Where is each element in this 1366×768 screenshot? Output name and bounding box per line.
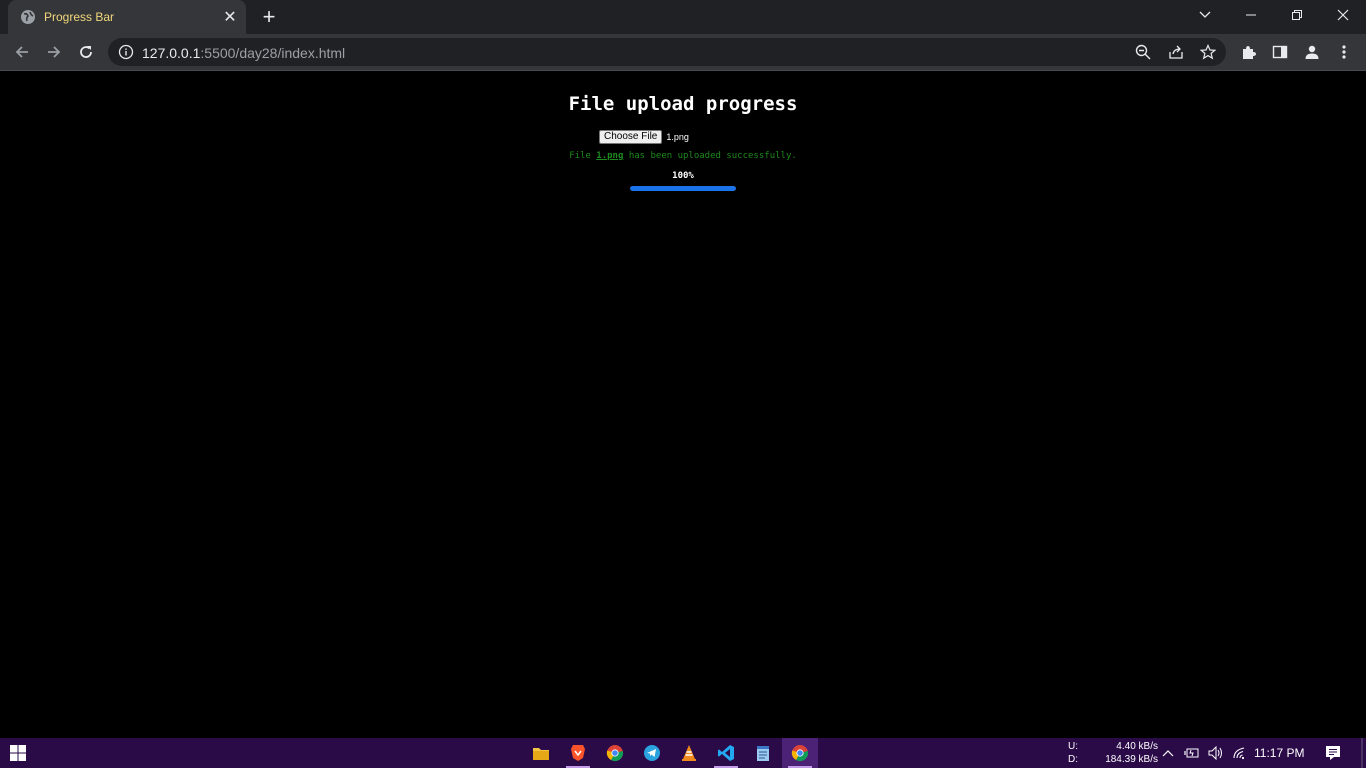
windows-taskbar: U: 4.40 kB/s D: 184.39 kB/s 11:17 PM: [0, 738, 1366, 768]
minimize-button[interactable]: [1228, 0, 1274, 30]
show-hidden-icons-chevron-icon[interactable]: [1157, 738, 1179, 768]
selected-file-name: 1.png: [666, 132, 689, 142]
profile-icon[interactable]: [1298, 38, 1326, 66]
restore-button[interactable]: [1274, 0, 1320, 30]
file-explorer-icon[interactable]: [523, 738, 559, 768]
reload-button[interactable]: [72, 38, 100, 66]
network-speed-meter: U: 4.40 kB/s D: 184.39 kB/s: [1068, 740, 1158, 766]
progress-percent-label: 100%: [672, 171, 694, 181]
upload-speed: 4.40 kB/s: [1116, 741, 1158, 752]
vscode-icon[interactable]: [708, 738, 744, 768]
status-suffix: has been uploaded successfully.: [628, 151, 797, 161]
new-tab-button[interactable]: +: [257, 4, 281, 29]
file-input[interactable]: Choose File 1.png: [599, 130, 689, 144]
progress-bar-fill: [630, 186, 736, 191]
vlc-icon[interactable]: [671, 738, 707, 768]
back-button[interactable]: [8, 38, 36, 66]
notepad-icon[interactable]: [745, 738, 781, 768]
chrome-icon[interactable]: [597, 738, 633, 768]
windows-start-icon[interactable]: [0, 738, 36, 768]
url-host: 127.0.0.1: [142, 45, 201, 61]
upload-status-message: File 1.png has been uploaded successfull…: [0, 151, 1366, 161]
download-speed: 184.39 kB/s: [1105, 754, 1158, 765]
close-window-button[interactable]: [1320, 0, 1366, 30]
url-path: :5500/day28/index.html: [200, 45, 346, 61]
url-text: 127.0.0.1:5500/day28/index.html: [142, 45, 345, 61]
side-panel-icon[interactable]: [1266, 38, 1294, 66]
tab-search-icon[interactable]: [1182, 0, 1228, 30]
show-desktop-button[interactable]: [1358, 738, 1366, 768]
zoom-icon[interactable]: [1134, 43, 1152, 61]
status-prefix: File: [569, 151, 591, 161]
status-filename-link[interactable]: 1.png: [596, 151, 623, 161]
browser-titlebar: Progress Bar ✕ +: [0, 0, 1366, 34]
chrome-canary-icon[interactable]: [782, 738, 818, 768]
forward-button[interactable]: [40, 38, 68, 66]
close-tab-icon[interactable]: ✕: [220, 7, 240, 27]
bookmark-star-icon[interactable]: [1199, 43, 1217, 61]
share-icon[interactable]: [1167, 43, 1185, 61]
volume-icon[interactable]: [1205, 738, 1227, 768]
page-viewport: File upload progress Choose File 1.png F…: [0, 71, 1366, 738]
choose-file-button[interactable]: Choose File: [599, 130, 663, 144]
browser-tab[interactable]: Progress Bar ✕: [8, 0, 246, 34]
address-bar[interactable]: 127.0.0.1:5500/day28/index.html: [108, 38, 1226, 66]
wifi-icon[interactable]: [1229, 738, 1251, 768]
taskbar-clock[interactable]: 11:17 PM: [1254, 738, 1304, 768]
extensions-puzzle-icon[interactable]: [1234, 38, 1262, 66]
progress-bar: [630, 186, 736, 191]
notifications-icon[interactable]: [1322, 738, 1344, 768]
brave-icon[interactable]: [560, 738, 596, 768]
telegram-icon[interactable]: [634, 738, 670, 768]
globe-icon: [20, 9, 36, 25]
battery-icon[interactable]: [1181, 738, 1203, 768]
upload-label: U:: [1068, 741, 1078, 752]
browser-toolbar: 127.0.0.1:5500/day28/index.html: [0, 34, 1366, 70]
page-title: File upload progress: [568, 93, 798, 115]
tab-title: Progress Bar: [44, 10, 115, 24]
download-label: D:: [1068, 754, 1078, 765]
site-info-icon[interactable]: [118, 44, 134, 60]
menu-kebab-icon[interactable]: [1330, 38, 1358, 66]
